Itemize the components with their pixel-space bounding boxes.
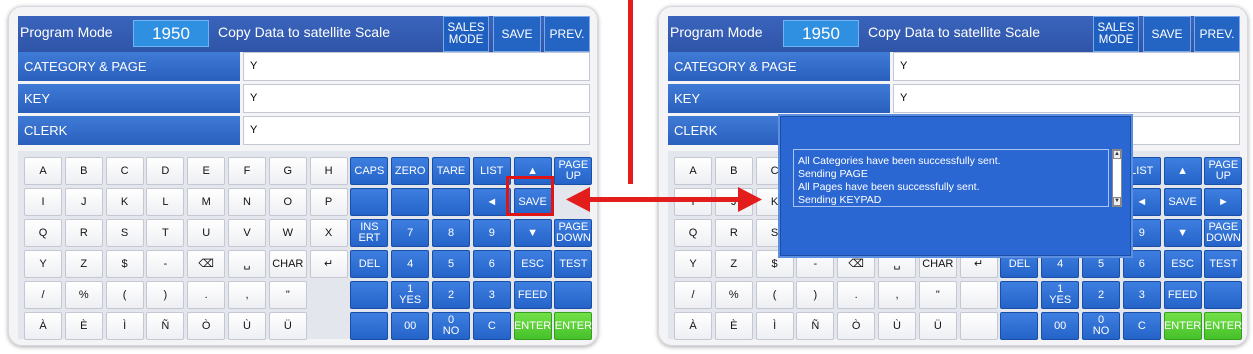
annotation-arrowheads xyxy=(566,187,762,212)
arrowhead-left-icon xyxy=(566,187,590,212)
arrowhead-right-icon xyxy=(738,187,762,212)
